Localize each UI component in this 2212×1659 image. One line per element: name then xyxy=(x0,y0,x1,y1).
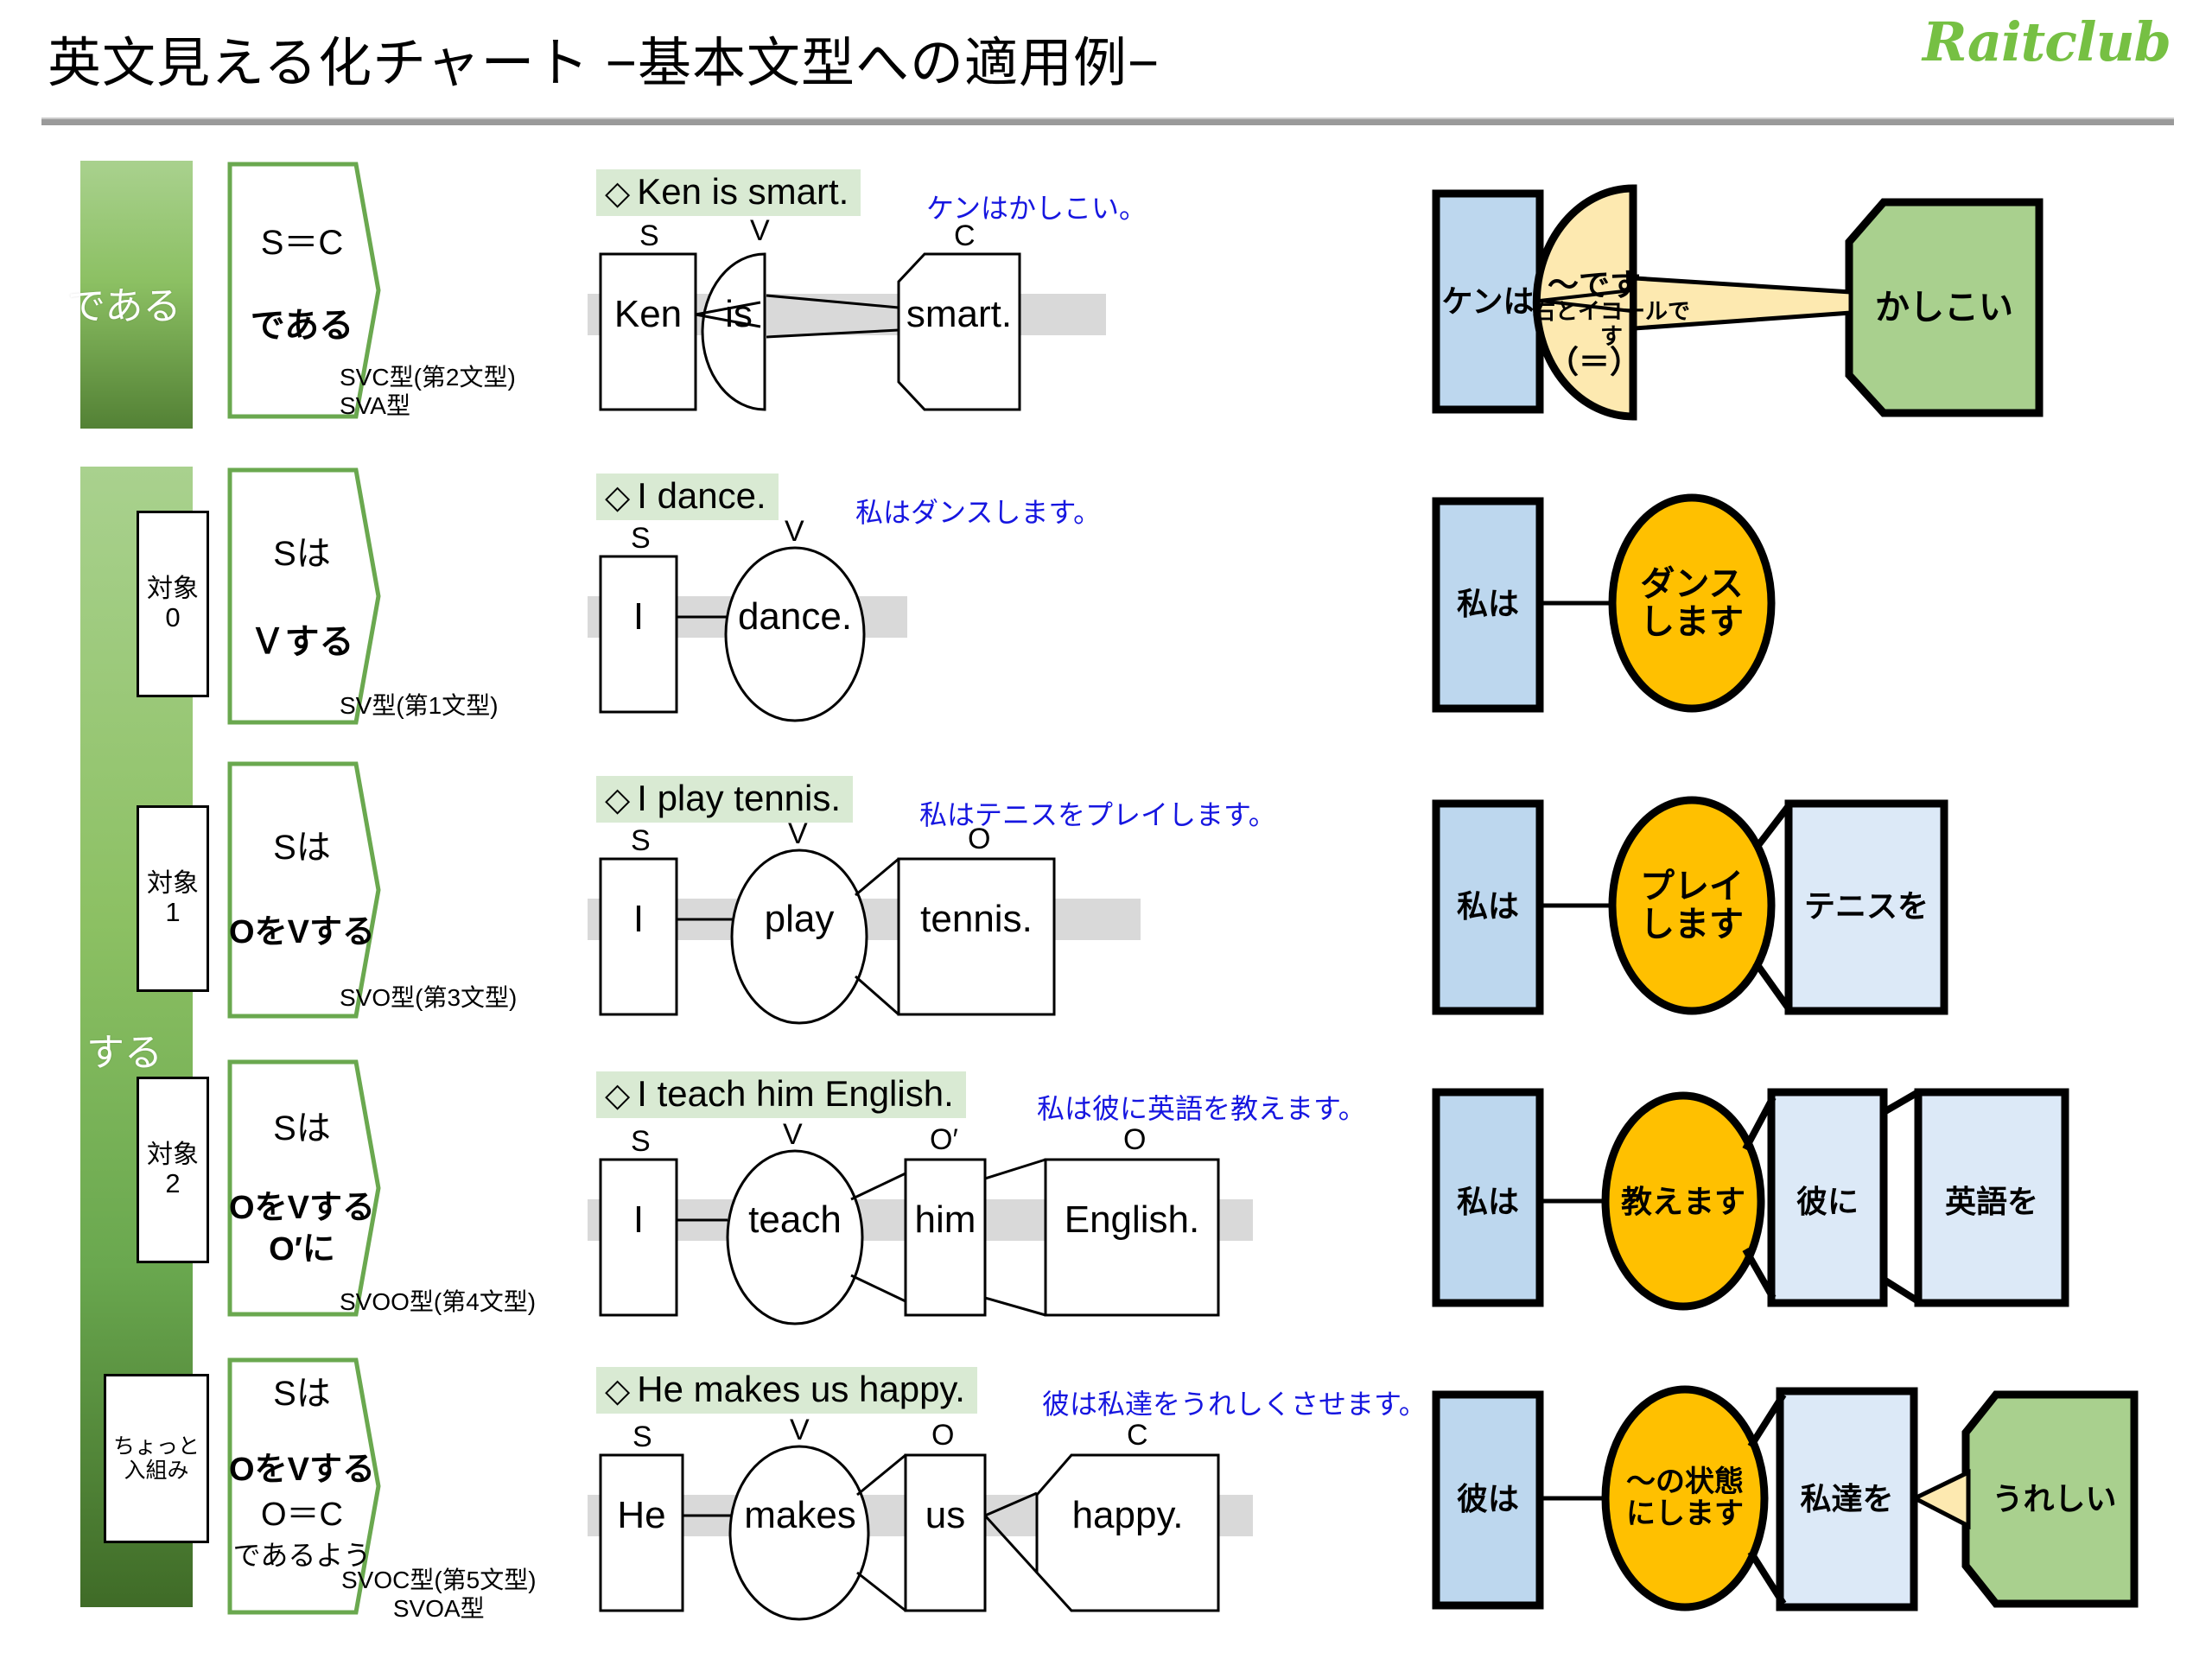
pattern-type-secondary: SVA型 xyxy=(340,392,410,420)
target-value: 0 xyxy=(165,602,181,633)
pattern-card-sv: Sは Ｖする xyxy=(226,467,382,726)
pattern-line1: Sは xyxy=(273,1109,331,1147)
band-suru-label: する xyxy=(86,1032,162,1074)
example-translation-5: 彼は私達をうれしくさせます。 xyxy=(1042,1389,1427,1420)
diamond-icon: ◇ xyxy=(605,1077,631,1114)
diamond-icon: ◇ xyxy=(605,175,631,212)
example-sentence: He makes us happy. xyxy=(637,1369,965,1409)
pattern-line1: Sは xyxy=(273,829,331,867)
pattern-line2: Ｖする xyxy=(250,623,354,661)
target-count-box-2: 対象 2 xyxy=(137,1077,209,1263)
pattern-line3: O′に xyxy=(269,1231,335,1268)
example-translation-4: 私は彼に英語を教えます。 xyxy=(1037,1093,1366,1124)
pattern-type-primary: SV型(第1文型) xyxy=(340,692,499,719)
band-dearu-label: である xyxy=(67,285,181,327)
brand-logo: Raitclub xyxy=(1922,10,2171,73)
example-sentence: I play tennis. xyxy=(637,778,842,818)
header-divider xyxy=(41,118,2174,125)
pattern-type-primary: SVC型(第2文型) xyxy=(340,364,516,391)
chart-page: 英文見える化チャート −基本文型への適用例− Raitclub である する 対… xyxy=(0,0,2212,1659)
example-heading-2: ◇ I dance. xyxy=(596,474,779,520)
jp-diagram-3: 私は プレイ します テニスを xyxy=(1432,795,2074,1037)
example-heading-4: ◇ I teach him English. xyxy=(596,1071,966,1118)
target-value: 入組み xyxy=(124,1459,189,1483)
sentence-diagram-5: S V O C He makes us happy. xyxy=(588,1415,1270,1633)
example-heading-1: ◇ Ken is smart. xyxy=(596,169,861,216)
pattern-line1: S＝C xyxy=(260,224,344,262)
target-value: 1 xyxy=(165,897,181,928)
pattern-type-primary: SVOO型(第4文型) xyxy=(340,1288,537,1315)
pattern-line3: O＝C xyxy=(260,1497,343,1533)
example-translation-1: ケンはかしこい。 xyxy=(926,193,1147,224)
pattern-type-svo: SVO型(第3文型) xyxy=(340,983,517,1012)
example-translation-2: 私はダンスします。 xyxy=(855,497,1102,528)
pattern-type-primary: SVOC型(第5文型) xyxy=(341,1567,537,1593)
target-label: 対象 xyxy=(147,574,199,603)
pattern-line2: である xyxy=(250,307,354,345)
pattern-line2: OをVする xyxy=(229,914,375,950)
jp-diagram-1: ケンは 〜です 右とイコールです （＝） かしこい xyxy=(1432,181,2074,423)
target-count-box-3: ちょっと 入組み xyxy=(104,1374,209,1543)
example-sentence: Ken is smart. xyxy=(637,171,849,212)
pattern-type-sv: SV型(第1文型) xyxy=(340,691,499,720)
sentence-diagram-4: S V O′ O I teach him English. xyxy=(588,1120,1262,1338)
sentence-diagram-1: S V C Ken is smart. xyxy=(588,216,1123,432)
sentence-diagram-3: S V O I play tennis. xyxy=(588,819,1158,1037)
jp-diagram-4: 私は 教えます 彼に 英語を xyxy=(1432,1080,2143,1322)
example-heading-5: ◇ He makes us happy. xyxy=(596,1367,977,1414)
target-label: ちょっと xyxy=(112,1434,200,1459)
pattern-line2: OをVする xyxy=(229,1452,375,1488)
diamond-icon: ◇ xyxy=(605,782,631,818)
pattern-type-svoo: SVOO型(第4文型) xyxy=(340,1287,536,1316)
pattern-line2: OをVする xyxy=(229,1190,375,1226)
pattern-type-primary: SVO型(第3文型) xyxy=(340,984,518,1011)
sentence-diagram-2: S V I dance. xyxy=(588,517,1123,734)
diamond-icon: ◇ xyxy=(605,480,631,516)
target-value: 2 xyxy=(165,1168,181,1199)
diamond-icon: ◇ xyxy=(605,1373,631,1409)
pattern-type-svoc: SVOC型(第5文型) SVOA型 xyxy=(341,1566,537,1623)
jp-diagram-2: 私は ダンス します xyxy=(1432,493,2074,734)
pattern-card-svo: Sは OをVする xyxy=(226,760,382,1020)
target-count-box-0: 対象 0 xyxy=(137,511,209,697)
jp-diagram-5: 彼は 〜の状態 にします 私達を うれしい xyxy=(1432,1382,2160,1624)
example-heading-3: ◇ I play tennis. xyxy=(596,776,854,823)
pattern-type-svc: SVC型(第2文型) SVA型 xyxy=(340,363,516,420)
pattern-line1: Sは xyxy=(273,1375,331,1413)
pattern-line1: Sは xyxy=(273,535,331,573)
target-count-box-1: 対象 1 xyxy=(137,805,209,992)
target-label: 対象 xyxy=(147,1140,199,1169)
target-label: 対象 xyxy=(147,868,199,898)
example-sentence: I teach him English. xyxy=(637,1073,954,1114)
pattern-type-secondary: SVOA型 xyxy=(392,1595,485,1623)
pattern-card-svoo: Sは OをVする O′に xyxy=(226,1058,382,1318)
example-sentence: I dance. xyxy=(637,475,766,516)
page-title: 英文見える化チャート −基本文型への適用例− xyxy=(48,34,1160,93)
example-translation-3: 私はテニスをプレイします。 xyxy=(919,799,1276,830)
